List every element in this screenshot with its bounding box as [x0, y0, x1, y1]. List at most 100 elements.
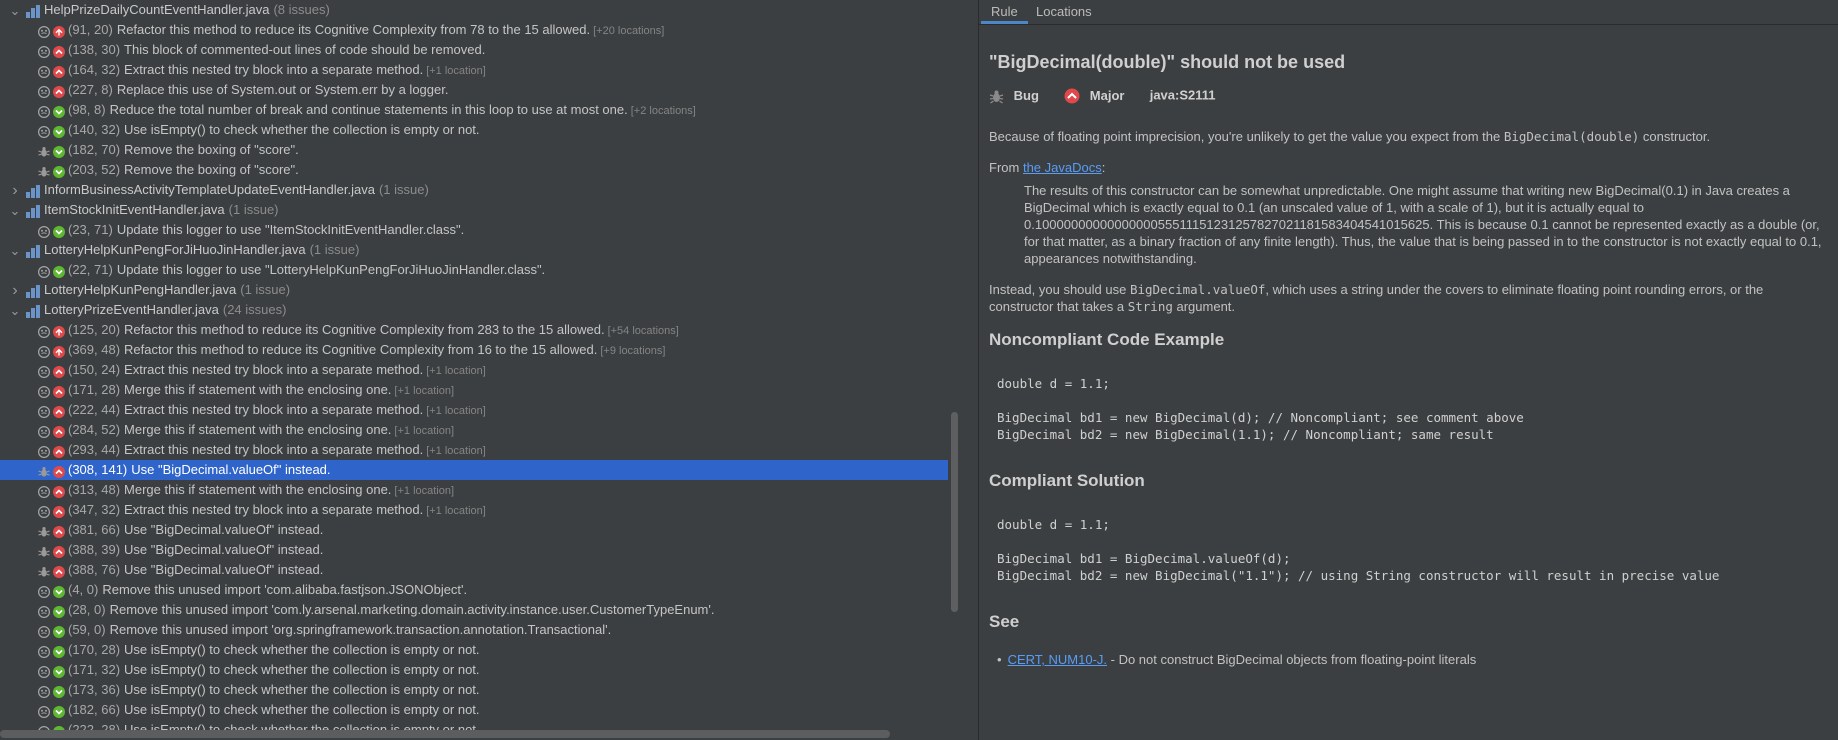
file-row[interactable]: ⌄ LotteryHelpKunPengForJiHuoJinHandler.ja…: [0, 240, 948, 260]
issue-row[interactable]: (369, 48) Refactor this method to reduce …: [0, 340, 948, 360]
rule-description: "BigDecimal(double)" should not be used …: [989, 50, 1829, 668]
issue-message: Use isEmpty() to check whether the colle…: [124, 682, 480, 697]
issue-row[interactable]: (222, 44) Extract this nested try block i…: [0, 400, 948, 420]
tab-rule[interactable]: Rule: [981, 0, 1028, 24]
code-smell-icon: [37, 364, 51, 379]
issue-row[interactable]: (381, 66) Use "BigDecimal.valueOf" instea…: [0, 520, 948, 540]
issue-message: Update this logger to use "LotteryHelpKu…: [116, 262, 546, 277]
issue-row[interactable]: (227, 8) Replace this use of System.out o…: [0, 80, 948, 100]
critical-severity-icon: [53, 24, 66, 39]
issue-row[interactable]: (203, 52) Remove the boxing of "score".: [0, 160, 948, 180]
issue-message: Reduce the total number of break and con…: [109, 102, 628, 117]
issue-row[interactable]: (23, 71) Update this logger to use "ItemS…: [0, 220, 948, 240]
issue-count: (1 issue): [240, 282, 291, 297]
issue-locations: [+9 locations]: [600, 345, 666, 357]
rule-meta: Bug Major java:S2111: [989, 84, 1829, 106]
issue-row[interactable]: (347, 32) Extract this nested try block i…: [0, 500, 948, 520]
issue-row[interactable]: (59, 0) Remove this unused import 'org.sp…: [0, 620, 948, 640]
bug-type-icon: [989, 88, 1008, 104]
issue-message: Merge this if statement with the enclosi…: [124, 422, 392, 437]
major-severity-icon: [53, 424, 66, 439]
issue-row[interactable]: (98, 8) Reduce the total number of break …: [0, 100, 948, 120]
issue-row[interactable]: (150, 24) Extract this nested try block i…: [0, 360, 948, 380]
chevron-down-icon[interactable]: ⌄: [8, 4, 22, 17]
issue-locations: [+1 location]: [394, 425, 455, 437]
major-severity-icon: [1064, 88, 1084, 104]
issue-row-selected[interactable]: (308, 141) Use "BigDecimal.valueOf" inste…: [0, 460, 948, 480]
issues-panel: ⌄ HelpPrizeDailyCountEventHandler.java (8 …: [0, 0, 978, 740]
code-smell-icon: [37, 624, 51, 639]
javadocs-link[interactable]: the JavaDocs: [1023, 160, 1102, 175]
issue-position: (138, 30): [68, 42, 121, 57]
file-row[interactable]: › LotteryHelpKunPengHandler.java (1 issue): [0, 280, 948, 300]
issue-message: Use isEmpty() to check whether the colle…: [124, 642, 480, 657]
chevron-down-icon[interactable]: ⌄: [8, 244, 22, 257]
issue-row[interactable]: (171, 28) Merge this if statement with th…: [0, 380, 948, 400]
issue-row[interactable]: (171, 32) Use isEmpty() to check whether …: [0, 660, 948, 680]
issue-row[interactable]: (4, 0) Remove this unused import 'com.ali…: [0, 580, 948, 600]
code-smell-icon: [37, 24, 51, 39]
file-name: ItemStockInitEventHandler.java: [44, 202, 225, 217]
cert-link[interactable]: CERT, NUM10-J.: [1008, 652, 1107, 667]
file-row[interactable]: ⌄ LotteryPrizeEventHandler.java (24 issues…: [0, 300, 948, 320]
issue-row[interactable]: (293, 44) Extract this nested try block i…: [0, 440, 948, 460]
issue-row[interactable]: (313, 48) Merge this if statement with th…: [0, 480, 948, 500]
rule-type: Bug: [1013, 87, 1039, 103]
issue-locations: [+1 location]: [394, 385, 455, 397]
issue-locations: [+1 location]: [426, 505, 486, 517]
issue-row[interactable]: (182, 70) Remove the boxing of "score".: [0, 140, 948, 160]
file-row[interactable]: ⌄ HelpPrizeDailyCountEventHandler.java (8 …: [0, 0, 948, 20]
code-smell-icon: [37, 104, 51, 119]
code-smell-icon: [37, 484, 51, 499]
issue-row[interactable]: (388, 39) Use "BigDecimal.valueOf" instea…: [0, 540, 948, 560]
issue-position: (388, 39): [68, 542, 121, 557]
issue-position: (22, 71): [68, 262, 113, 277]
issue-row[interactable]: (125, 20) Refactor this method to reduce …: [0, 320, 948, 340]
issue-row[interactable]: (138, 30) This block of commented-out lin…: [0, 40, 948, 60]
issue-row[interactable]: (388, 76) Use "BigDecimal.valueOf" instea…: [0, 560, 948, 580]
rule-tabs: Rule Locations: [979, 0, 1838, 25]
rule-instead: Instead, you should use BigDecimal.value…: [989, 282, 1764, 314]
issue-count: (8 issues): [273, 2, 330, 17]
issue-position: (140, 32): [68, 122, 121, 137]
tab-locations[interactable]: Locations: [1026, 0, 1102, 24]
issue-row[interactable]: (91, 20) Refactor this method to reduce i…: [0, 20, 948, 40]
chevron-down-icon[interactable]: ⌄: [8, 204, 22, 217]
code-smell-icon: [37, 224, 51, 239]
code-smell-icon: [37, 424, 51, 439]
issue-row[interactable]: (22, 71) Update this logger to use "Lotte…: [0, 260, 948, 280]
issue-row[interactable]: (28, 0) Remove this unused import 'com.ly…: [0, 600, 948, 620]
issue-position: (173, 36): [68, 682, 121, 697]
issue-row[interactable]: (173, 36) Use isEmpty() to check whether …: [0, 680, 948, 700]
issue-row[interactable]: (140, 32) Use isEmpty() to check whether …: [0, 120, 948, 140]
file-row[interactable]: ⌄ ItemStockInitEventHandler.java (1 issue): [0, 200, 948, 220]
issue-row[interactable]: (182, 66) Use isEmpty() to check whether …: [0, 700, 948, 720]
horizontal-scrollbar[interactable]: [0, 730, 890, 738]
rule-key: java:S2111: [1149, 87, 1216, 103]
issue-position: (98, 8): [68, 102, 106, 117]
file-name: LotteryHelpKunPengHandler.java: [44, 282, 237, 297]
issue-position: (388, 76): [68, 562, 121, 577]
chevron-right-icon[interactable]: ›: [8, 281, 22, 300]
issue-row[interactable]: (170, 28) Use isEmpty() to check whether …: [0, 640, 948, 660]
code-smell-icon: [37, 584, 51, 599]
code-smell-icon: [37, 404, 51, 419]
issue-message: Extract this nested try block into a sep…: [124, 62, 424, 77]
issue-message: Remove the boxing of "score".: [124, 162, 299, 177]
code-smell-icon: [37, 604, 51, 619]
see-heading: See: [989, 612, 1020, 631]
vertical-scrollbar[interactable]: [951, 412, 958, 612]
minor-severity-icon: [53, 144, 66, 159]
major-severity-icon: [53, 464, 66, 479]
issue-message: Merge this if statement with the enclosi…: [124, 482, 392, 497]
issue-row[interactable]: (284, 52) Merge this if statement with th…: [0, 420, 948, 440]
major-severity-icon: [53, 64, 66, 79]
minor-severity-icon: [53, 124, 66, 139]
chevron-right-icon[interactable]: ›: [8, 181, 22, 200]
code-smell-icon: [37, 644, 51, 659]
issue-locations: [+2 locations]: [630, 105, 696, 117]
file-row[interactable]: › InformBusinessActivityTemplateUpdateEve…: [0, 180, 948, 200]
issue-row[interactable]: (164, 32) Extract this nested try block i…: [0, 60, 948, 80]
issue-position: (182, 66): [68, 702, 121, 717]
chevron-down-icon[interactable]: ⌄: [8, 304, 22, 317]
